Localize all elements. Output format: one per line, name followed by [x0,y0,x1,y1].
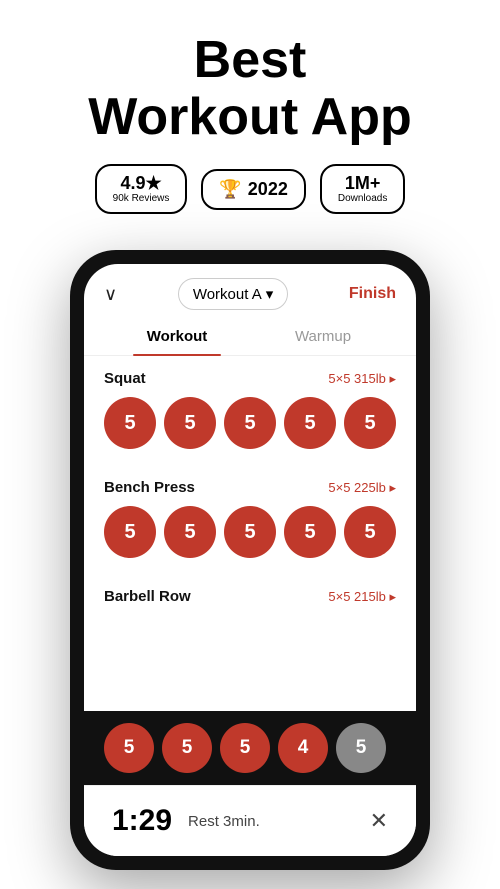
header-section: Best Workout App 4.9★ 90k Reviews 🏆 2022… [0,0,500,234]
timer-label: Rest 3min. [188,813,354,830]
timer-close-button[interactable]: ✕ [370,808,388,834]
bench-circles: 5 5 5 5 5 [104,506,396,568]
tab-warmup[interactable]: Warmup [250,318,396,355]
timer-display: 1:29 [112,804,172,838]
bench-set-3[interactable]: 5 [224,506,276,558]
exercise-sets-squat[interactable]: 5×5 315lb ▸ [328,371,396,387]
chevron-down-icon[interactable]: ∨ [104,284,117,305]
workout-selector[interactable]: Workout A ▾ [178,278,288,310]
bench-set-1[interactable]: 5 [104,506,156,558]
main-title: Best Workout App [20,32,480,146]
row-set-4[interactable]: 4 [278,723,328,773]
timer-bar: 1:29 Rest 3min. ✕ [84,785,416,856]
exercise-sets-row[interactable]: 5×5 215lb ▸ [328,589,396,605]
rating-badge: 4.9★ 90k Reviews [95,164,188,214]
squat-circles: 5 5 5 5 5 [104,397,396,459]
exercise-squat: Squat 5×5 315lb ▸ 5 5 5 5 5 [84,356,416,465]
phone-bottom-bar: 5 5 5 4 5 [84,711,416,785]
exercise-name-squat: Squat [104,370,146,387]
exercise-sets-bench[interactable]: 5×5 225lb ▸ [328,480,396,496]
downloads-badge: 1M+ Downloads [320,164,405,214]
squat-set-1[interactable]: 5 [104,397,156,449]
tabs-row: Workout Warmup [84,318,416,356]
phone-topbar: ∨ Workout A ▾ Finish [84,264,416,318]
squat-set-5[interactable]: 5 [344,397,396,449]
row-set-3[interactable]: 5 [220,723,270,773]
award-badge: 🏆 2022 [201,169,305,210]
finish-button[interactable]: Finish [349,285,396,303]
squat-set-4[interactable]: 5 [284,397,336,449]
exercise-name-row: Barbell Row [104,588,191,605]
exercise-name-bench: Bench Press [104,479,195,496]
bench-set-5[interactable]: 5 [344,506,396,558]
dropdown-arrow-icon: ▾ [266,285,274,303]
row-set-2[interactable]: 5 [162,723,212,773]
tab-workout[interactable]: Workout [104,318,250,355]
phone-mockup: ∨ Workout A ▾ Finish Workout Warmup [70,250,430,870]
row-set-5[interactable]: 5 [336,723,386,773]
squat-set-2[interactable]: 5 [164,397,216,449]
row-set-1[interactable]: 5 [104,723,154,773]
exercise-barbell-row: Barbell Row 5×5 215lb ▸ [84,574,416,621]
phone-screen: ∨ Workout A ▾ Finish Workout Warmup [84,264,416,856]
exercise-bench-press: Bench Press 5×5 225lb ▸ 5 5 5 5 5 [84,465,416,574]
bench-set-4[interactable]: 5 [284,506,336,558]
trophy-icon: 🏆 [219,179,241,200]
bench-set-2[interactable]: 5 [164,506,216,558]
squat-set-3[interactable]: 5 [224,397,276,449]
phone-wrapper: ∨ Workout A ▾ Finish Workout Warmup [0,250,500,870]
badges-row: 4.9★ 90k Reviews 🏆 2022 1M+ Downloads [20,164,480,214]
exercise-list: Squat 5×5 315lb ▸ 5 5 5 5 5 Bench Press [84,356,416,711]
